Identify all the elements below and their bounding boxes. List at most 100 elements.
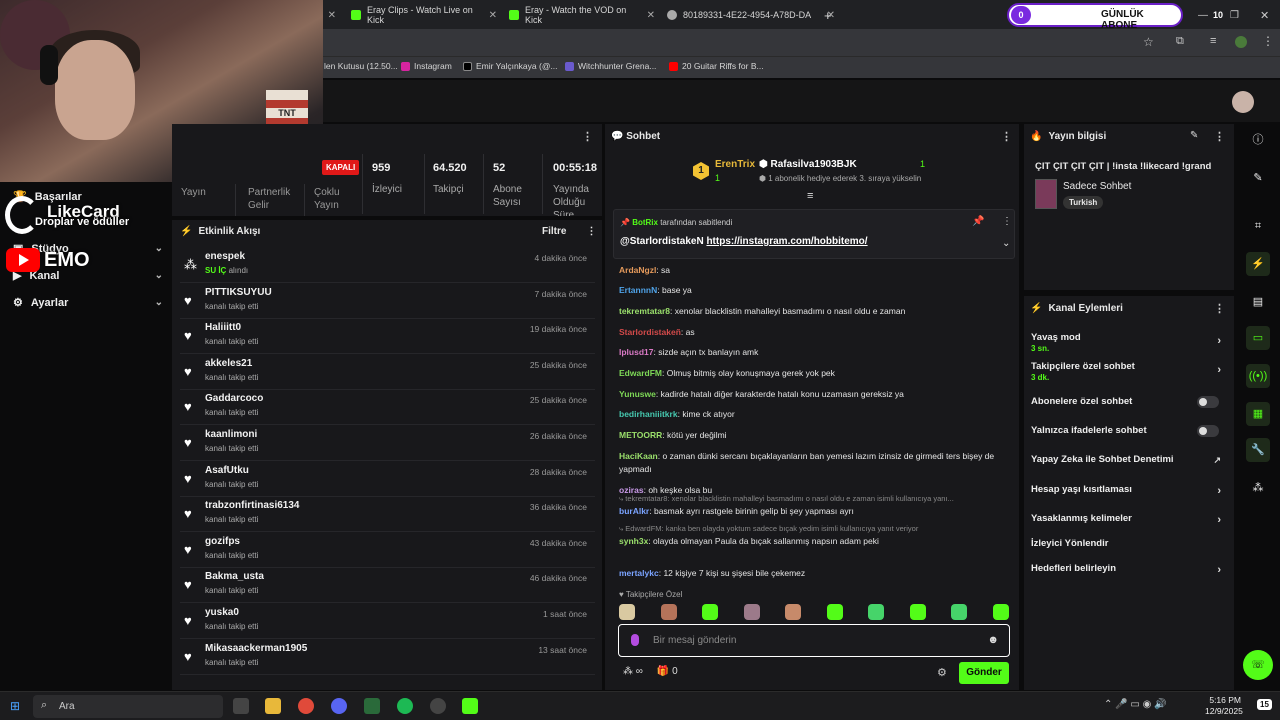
clock[interactable]: 5:16 PM 12/9/2025 xyxy=(1205,695,1243,717)
menu-icon[interactable]: ⋮ xyxy=(1262,34,1274,48)
tab-eray-clips[interactable]: Eray Clips - Watch Live on Kick ✕ xyxy=(351,4,497,26)
edit-icon[interactable]: ✎ xyxy=(1190,130,1198,141)
spotify-icon[interactable] xyxy=(397,698,413,714)
chat-icon[interactable]: ▭ xyxy=(1246,326,1270,350)
tab-partnerlik[interactable]: Partnerlik Gelir xyxy=(248,186,308,216)
list-item[interactable]: ♥ Haliiitt0 kanalı takip etti 19 dakika … xyxy=(180,319,595,355)
activity-username[interactable]: enespek xyxy=(205,251,245,262)
tab-file[interactable]: 80189331-4E22-4954-A78D-DA ✕ xyxy=(667,4,835,26)
profile-icon[interactable] xyxy=(1235,36,1247,48)
users-icon[interactable]: ⁂ xyxy=(1246,476,1270,500)
chat-username[interactable]: METOORR xyxy=(619,430,662,440)
list-item[interactable]: ♥ kaanlimoni kanalı takip etti 26 dakika… xyxy=(180,426,595,461)
edit-icon[interactable]: ✎ xyxy=(1246,166,1270,190)
star-icon[interactable]: ☆ xyxy=(1143,35,1154,49)
action-follower-chat[interactable]: Takipçilere özel sohbet 3 dk. › xyxy=(1031,361,1227,382)
document-icon[interactable]: ▤ xyxy=(1246,290,1270,314)
maximize-button[interactable]: ❐ xyxy=(1230,4,1239,26)
emote[interactable] xyxy=(868,604,885,620)
task-view-icon[interactable] xyxy=(233,698,249,714)
bookmark[interactable]: len Kutusu (12.50... xyxy=(324,61,398,71)
chat-message[interactable]: ⤷ EdwardFM: kanka ben olayda yoktum sade… xyxy=(619,522,1004,548)
activity-username[interactable]: PITTIKSUYUU xyxy=(205,287,272,298)
tab-coklu-yayin[interactable]: Çoklu Yayın xyxy=(314,186,354,212)
emote[interactable] xyxy=(660,604,677,620)
chat-username[interactable]: tekremtatar8 xyxy=(619,306,670,316)
bookmark[interactable]: Instagram xyxy=(401,61,452,71)
chat-message[interactable]: METOORR: kötü yer değilmi xyxy=(619,429,1004,442)
filter-button[interactable]: Filtre ⋮ xyxy=(542,226,596,237)
emote[interactable] xyxy=(951,604,968,620)
gifter-name[interactable]: ErenTrix xyxy=(715,159,755,170)
activity-username[interactable]: Bakma_usta xyxy=(205,571,264,582)
activity-username[interactable]: gozifps xyxy=(205,536,240,547)
chat-message[interactable]: Starlordistakeñ: as xyxy=(619,326,1004,339)
gear-icon[interactable]: ⚙ xyxy=(937,666,947,679)
chat-username[interactable]: ErtannnN xyxy=(619,285,657,295)
emote[interactable] xyxy=(702,604,719,620)
chat-username[interactable]: HaciKaan xyxy=(619,451,658,461)
close-icon[interactable]: ✕ xyxy=(489,10,497,21)
notification-badge[interactable]: 15 xyxy=(1257,699,1272,710)
list-item[interactable]: ♥ Bakma_usta kanalı takip etti 46 dakika… xyxy=(180,568,595,604)
chat-message[interactable]: mertalykc: 12 kişiye 7 kişi su şişesi bi… xyxy=(619,567,1004,580)
emote[interactable] xyxy=(826,604,843,620)
mic-icon[interactable] xyxy=(631,634,639,646)
toggle[interactable] xyxy=(1197,396,1219,408)
list-item[interactable]: ♥ yuska0 kanalı takip etti 1 saat önce xyxy=(180,604,595,639)
extensions-icon[interactable]: ⧉ xyxy=(1176,35,1184,48)
emote[interactable] xyxy=(619,604,635,620)
chat-message[interactable]: tekremtatar8: xenolar blacklistin mahall… xyxy=(619,305,1004,318)
action-emote-chat[interactable]: Yalnızca ifadelerle sohbet xyxy=(1031,425,1227,437)
activity-username[interactable]: AsafUtku xyxy=(205,465,249,476)
media-icon[interactable]: ≡ xyxy=(1210,35,1216,47)
chat-username[interactable]: Iplusd17 xyxy=(619,347,653,357)
activity-username[interactable]: kaanlimoni xyxy=(205,429,257,440)
obs-icon[interactable] xyxy=(430,698,446,714)
emote[interactable] xyxy=(992,604,1009,620)
more-icon[interactable]: ⋮ xyxy=(1001,130,1012,143)
tray-icons[interactable]: ⌃ 🎤 ▭ ◉ 🔊 xyxy=(1104,699,1167,710)
activity-username[interactable]: yuska0 xyxy=(205,607,239,618)
chat-username[interactable]: synh3x xyxy=(619,536,648,546)
search-input[interactable]: ⌕ Ara xyxy=(33,695,223,718)
sidebar-item-ayarlar[interactable]: ⚙ Ayarlar ⌄ xyxy=(13,296,163,310)
chat-message[interactable]: bedirhaniiitkrk: kime ck atıyor xyxy=(619,408,1004,421)
action-ai-moderation[interactable]: Yapay Zeka ile Sohbet Denetimi ↗ xyxy=(1031,454,1227,465)
list-item[interactable]: ♥ AsafUtku kanalı takip etti 28 dakika ö… xyxy=(180,462,595,497)
info-icon[interactable]: ⓘ xyxy=(1246,128,1270,152)
list-item[interactable]: ♥ trabzonfirtinasi6134 kanalı takip etti… xyxy=(180,497,595,533)
folder-icon[interactable] xyxy=(265,698,281,714)
emoji-icon[interactable]: ☻ xyxy=(987,634,999,646)
pinned-link[interactable]: https://instagram.com/hobbitemo/ xyxy=(706,236,867,247)
list-item[interactable]: ♥ gozifps kanalı takip etti 43 dakika ön… xyxy=(180,533,595,568)
tab-close[interactable]: ✕ xyxy=(326,4,336,26)
list-item[interactable]: ⁂ enespek SU İÇ alındı 4 dakika önce xyxy=(180,248,595,283)
more-icon[interactable]: ⋮ xyxy=(1214,130,1225,143)
support-icon[interactable]: ☏ xyxy=(1243,650,1273,680)
discord-icon[interactable] xyxy=(331,698,347,714)
chrome-icon[interactable] xyxy=(298,698,314,714)
list-item[interactable]: ♥ akkeles21 kanalı takip etti 25 dakika … xyxy=(180,355,595,390)
chat-username[interactable]: mertalykc xyxy=(619,568,659,578)
tab-yayin[interactable]: Yayın xyxy=(181,186,206,199)
chat-message[interactable]: ⤷ tekremtatar8: xenolar blacklistin maha… xyxy=(619,492,1004,518)
gifter-name[interactable]: Rafasilva1903BJK xyxy=(771,159,857,170)
chevron-down-icon[interactable]: ⌄ xyxy=(1002,238,1010,249)
chat-username[interactable]: Yunuswe xyxy=(619,389,656,399)
bookmark[interactable]: Emir Yalçınkaya (@... xyxy=(463,61,558,71)
emote[interactable] xyxy=(785,604,802,620)
more-icon[interactable]: ⋮ xyxy=(582,130,593,143)
close-window-button[interactable]: ✕ xyxy=(1260,4,1269,26)
pin-icon[interactable]: 📌 xyxy=(972,216,984,227)
app-icon[interactable] xyxy=(364,698,380,714)
action-banned-words[interactable]: Yasaklanmış kelimeler › xyxy=(1031,513,1227,526)
layout-icon[interactable]: ▦ xyxy=(1246,402,1270,426)
action-raid[interactable]: İzleyici Yönlendir xyxy=(1031,538,1227,549)
activity-username[interactable]: trabzonfirtinasi6134 xyxy=(205,500,299,511)
new-tab-button[interactable]: + xyxy=(824,4,832,26)
chat-message[interactable]: ErtannnN: base ya xyxy=(619,284,1004,297)
chat-username[interactable]: EdwardFM xyxy=(619,368,662,378)
list-item[interactable]: ♥ PITTIKSUYUU kanalı takip etti 7 dakika… xyxy=(180,284,595,319)
activity-username[interactable]: akkeles21 xyxy=(205,358,252,369)
